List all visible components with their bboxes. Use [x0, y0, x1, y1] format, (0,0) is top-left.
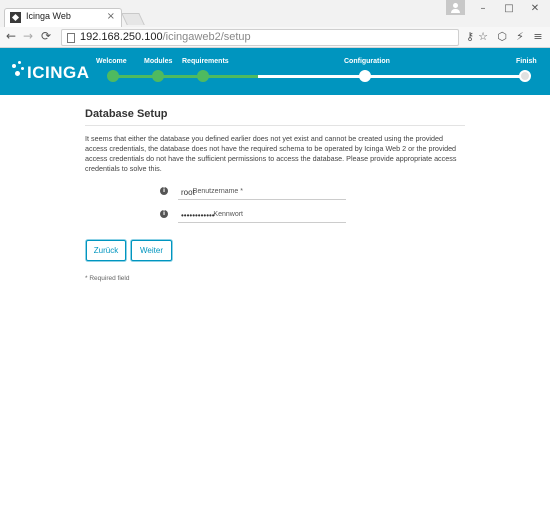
close-window-button[interactable]: ✕ — [522, 2, 548, 16]
step-finish: Finish — [516, 58, 537, 65]
key-icon[interactable]: ⚷ — [463, 30, 477, 44]
setup-description: It seems that either the database you de… — [85, 134, 457, 173]
logo-text: ICINGA — [27, 63, 90, 82]
database-setup-panel: Database Setup It seems that either the … — [85, 108, 465, 174]
username-field[interactable] — [178, 185, 346, 200]
minimize-button[interactable]: – — [470, 2, 496, 16]
step-requirements: Requirements — [182, 58, 229, 65]
star-icon[interactable]: ☆ — [476, 30, 490, 44]
browser-tab[interactable]: Icinga Web × — [4, 8, 122, 27]
password-row: Kennwort i — [85, 208, 465, 228]
step-welcome: Welcome — [96, 58, 127, 65]
next-button[interactable]: Weiter — [131, 240, 172, 261]
username-row: Benutzername * i — [85, 185, 465, 205]
page-icon — [67, 33, 75, 43]
user-profile-icon[interactable] — [446, 0, 465, 15]
password-field[interactable] — [178, 208, 346, 223]
icinga-logo: ICINGA — [12, 60, 89, 84]
new-tab-button[interactable] — [121, 13, 145, 25]
icinga-favicon-icon — [10, 12, 21, 23]
reload-icon[interactable]: ⟳ — [39, 29, 53, 43]
menu-icon[interactable]: ≡ — [531, 30, 545, 44]
close-tab-icon[interactable]: × — [107, 11, 115, 22]
url-host: 192.168.250.100 — [80, 31, 163, 43]
step-configuration: Configuration — [344, 58, 390, 65]
url-path: /icingaweb2/setup — [162, 31, 251, 43]
slash-icon[interactable]: ⚡ — [513, 30, 527, 44]
address-bar[interactable]: 192.168.250.100/icingaweb2/setup — [61, 29, 459, 46]
url-text: 192.168.250.100/icingaweb2/setup — [80, 31, 251, 43]
back-arrow-icon[interactable]: ← — [4, 29, 18, 43]
page-title: Database Setup — [85, 108, 465, 126]
maximize-button[interactable]: □ — [496, 2, 522, 16]
progress-track-todo — [258, 75, 520, 78]
step-dot-finish — [519, 70, 531, 82]
tab-title: Icinga Web — [26, 11, 71, 21]
forward-arrow-icon[interactable]: → — [21, 29, 35, 43]
step-dot-modules — [152, 70, 164, 82]
browser-titlebar: Icinga Web × – □ ✕ — [0, 0, 550, 27]
step-modules: Modules — [144, 58, 173, 65]
username-info-icon[interactable]: i — [160, 187, 168, 195]
progress-track-done — [108, 75, 258, 78]
required-field-note: * Required field — [85, 275, 130, 282]
icinga-header: ICINGA Welcome Modules Requirements Conf… — [0, 48, 550, 95]
back-button[interactable]: Zurück — [86, 240, 126, 261]
shield-icon[interactable]: ⬡ — [495, 30, 509, 44]
step-dot-requirements — [197, 70, 209, 82]
password-info-icon[interactable]: i — [160, 210, 168, 218]
step-dot-welcome — [107, 70, 119, 82]
step-dot-configuration — [359, 70, 371, 82]
browser-toolbar: ← → ⟳ 192.168.250.100/icingaweb2/setup ⚷… — [0, 27, 550, 48]
